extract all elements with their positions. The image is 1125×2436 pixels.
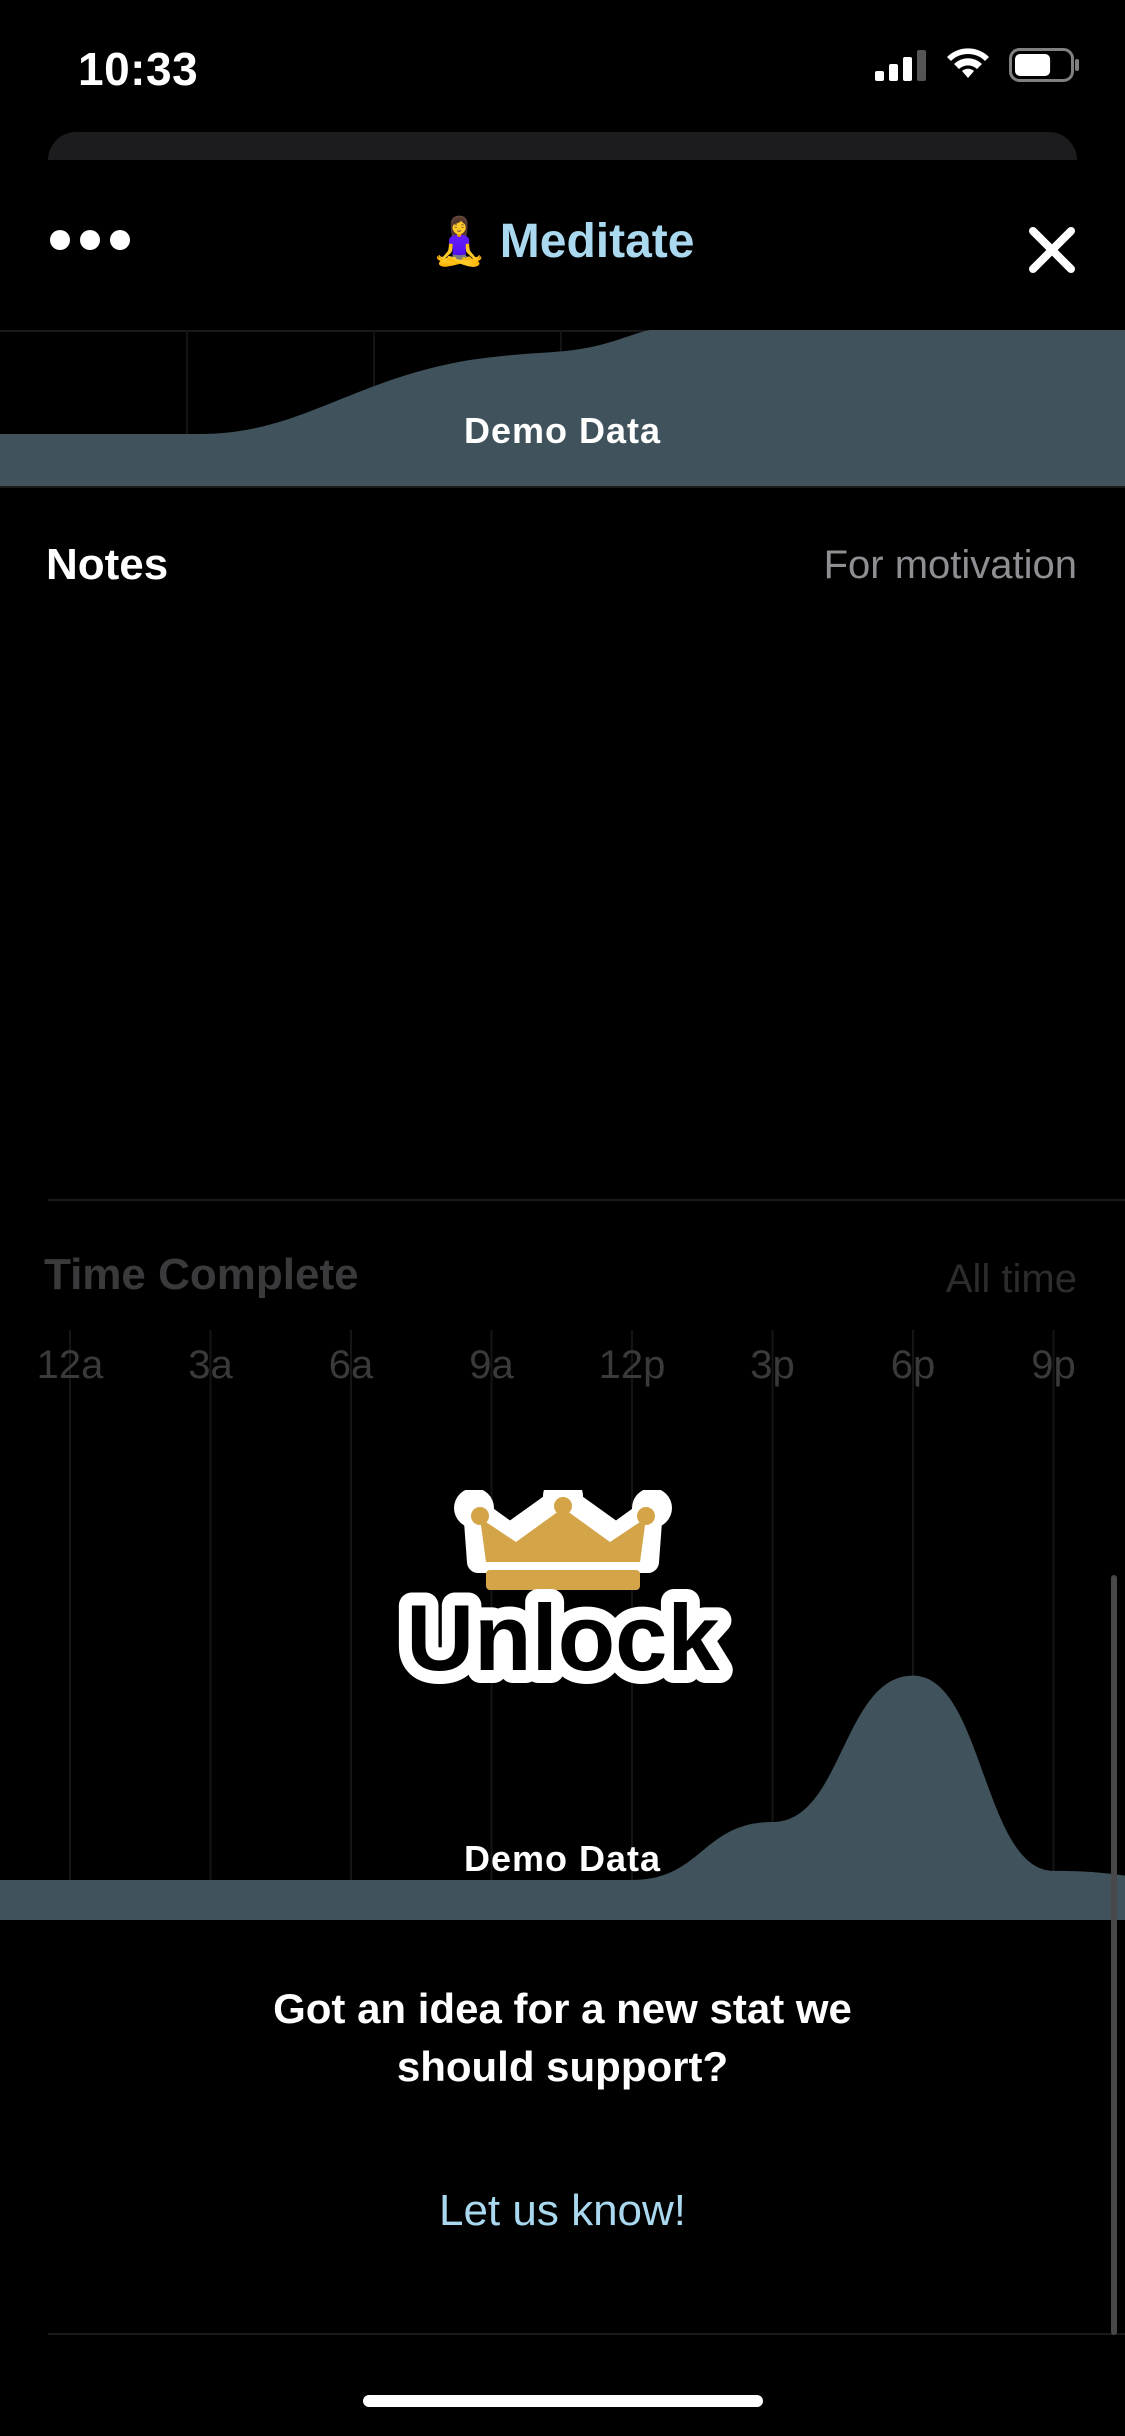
demo-data-label: Demo Data <box>463 410 662 451</box>
sheet-top-edge <box>48 132 1077 160</box>
x-tick-label: 9a <box>469 1343 514 1387</box>
page-title-text: Meditate <box>499 215 695 268</box>
time-complete-area <box>0 1675 1125 1920</box>
status-time: 10:33 <box>78 43 199 95</box>
divider <box>0 486 1125 488</box>
status-icons <box>875 48 1081 82</box>
close-icon[interactable] <box>1017 215 1087 285</box>
x-tick-label: 9p <box>1031 1343 1076 1387</box>
top-chart-area <box>0 330 1125 488</box>
battery-icon <box>1009 48 1079 82</box>
x-tick-label: 3p <box>750 1343 795 1387</box>
time-complete-title: Time Complete <box>44 1250 359 1299</box>
notes-area[interactable] <box>0 600 1125 1190</box>
page-title: 🧘‍♀️ Meditate <box>0 214 1125 269</box>
let-us-know-link[interactable]: Let us know! <box>0 2186 1125 2236</box>
x-tick-label: 12p <box>599 1343 666 1387</box>
time-complete-range[interactable]: All time <box>946 1257 1077 1302</box>
x-tick-label: 3a <box>188 1343 233 1387</box>
divider <box>48 1199 1125 1201</box>
x-tick-label: 6a <box>329 1343 374 1387</box>
top-chart <box>0 330 1125 488</box>
feedback-line-2: should support? <box>396 2043 729 2090</box>
crown-icon <box>454 1490 672 1590</box>
x-tick-label: 6p <box>891 1343 936 1387</box>
wifi-icon <box>947 48 989 78</box>
unlock-label: Unlock <box>406 1585 720 1690</box>
divider <box>48 2333 1125 2335</box>
x-tick-label: 12a <box>37 1343 104 1387</box>
home-indicator[interactable] <box>363 2395 763 2407</box>
feedback-line-1: Got an idea for a new stat we <box>273 1985 852 2032</box>
demo-data-label: Demo Data <box>463 1838 662 1879</box>
meditate-emoji: 🧘‍♀️ <box>430 215 488 267</box>
scrollbar[interactable] <box>1111 1575 1117 2335</box>
feedback-prompt: Got an idea for a new stat we should sup… <box>0 1980 1125 2096</box>
notes-subtitle[interactable]: For motivation <box>824 543 1077 588</box>
signal-icon <box>875 50 926 81</box>
notes-title: Notes <box>46 540 169 589</box>
unlock-badge[interactable]: Unlock Unlock <box>388 1490 738 1690</box>
